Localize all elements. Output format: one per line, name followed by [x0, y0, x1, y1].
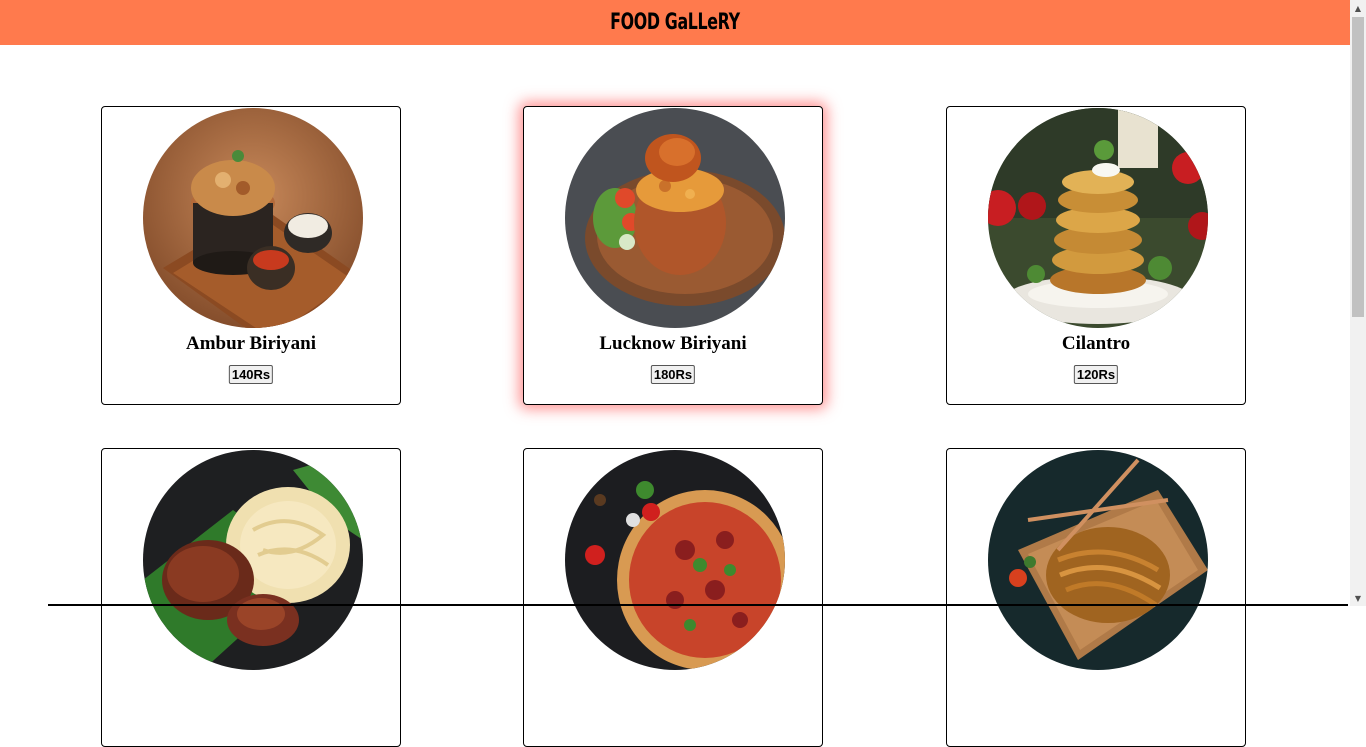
food-card[interactable]: [101, 448, 401, 747]
food-card[interactable]: [523, 448, 823, 747]
page-header: FOOD GaLLeRY: [0, 0, 1350, 45]
hash-brown-stack-image: [988, 108, 1208, 328]
food-name: Lucknow Biriyani: [599, 333, 747, 354]
food-name: Ambur Biriyani: [185, 333, 317, 354]
biryani-bowl-image: [143, 108, 363, 328]
price-badge: 140Rs: [228, 365, 274, 384]
tandoori-chicken-parotta-image: [143, 450, 363, 670]
scrollbar-thumb[interactable]: [1352, 17, 1364, 317]
food-card-cilantro[interactable]: Cilantro 120Rs: [946, 106, 1246, 405]
food-card[interactable]: [946, 448, 1246, 747]
food-name: Cilantro: [1061, 333, 1131, 354]
food-card-lucknow-biriyani[interactable]: Lucknow Biriyani 180Rs: [523, 106, 823, 405]
scroll-down-icon[interactable]: ▼: [1350, 590, 1366, 606]
price-badge: 180Rs: [650, 365, 696, 384]
food-card-ambur-biriyani[interactable]: Ambur Biriyani 140Rs: [101, 106, 401, 405]
price-badge: 120Rs: [1073, 365, 1119, 384]
scroll-up-icon[interactable]: ▲: [1350, 0, 1366, 16]
clay-pot-biryani-image: [565, 108, 785, 328]
vertical-scrollbar[interactable]: ▲ ▼: [1350, 0, 1366, 606]
pizza-image: [565, 450, 785, 670]
noodles-image: [988, 450, 1208, 670]
page-title: FOOD GaLLeRY: [610, 10, 740, 35]
